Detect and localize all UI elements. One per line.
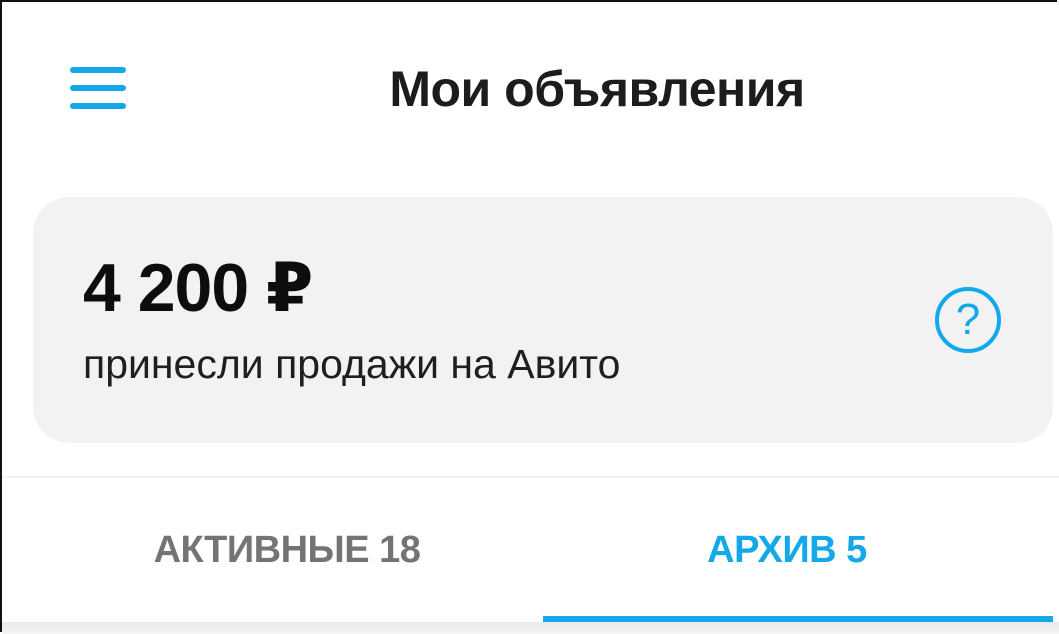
app-header: Мои объявления bbox=[2, 2, 1059, 182]
tab-active-listings[interactable]: АКТИВНЫЕ 18 bbox=[2, 502, 532, 634]
earnings-card: 4 200 ₽ принесли продажи на Авито ? bbox=[33, 197, 1053, 443]
earnings-amount: 4 200 ₽ bbox=[83, 250, 313, 326]
tab-active-listings-label: АКТИВНЫЕ 18 bbox=[153, 529, 421, 571]
tab-bar-shadow bbox=[2, 622, 1059, 634]
section-divider bbox=[2, 476, 1059, 478]
tab-archive[interactable]: АРХИВ 5 bbox=[532, 502, 1059, 634]
question-circle-icon[interactable]: ? bbox=[935, 287, 1001, 353]
tab-archive-label: АРХИВ 5 bbox=[707, 529, 867, 571]
page-title: Мои объявления bbox=[389, 61, 805, 117]
app-frame: Мои объявления 4 200 ₽ принесли продажи … bbox=[0, 0, 1059, 634]
earnings-caption: принесли продажи на Авито bbox=[83, 341, 621, 387]
